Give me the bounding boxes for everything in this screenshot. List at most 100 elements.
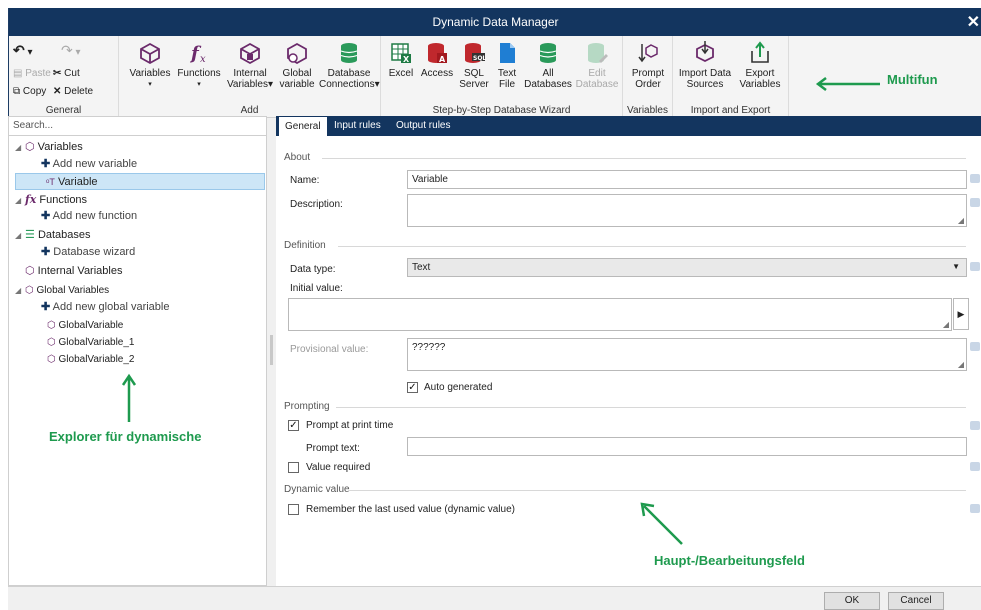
export-icon [751,41,769,63]
group-label-database-wizard: Step-by-Step Database Wizard [432,105,571,116]
cube-icon [140,42,160,65]
tab-output-rules[interactable]: Output rules [390,116,456,136]
tree-item-globalvariable[interactable]: ⬡ GlobalVariable [47,317,123,334]
database-wizard-item[interactable]: ✚ Database wizard [41,244,135,261]
callout-arrow-explorer [121,373,137,422]
tab-input-rules[interactable]: Input rules [328,116,387,136]
database-icon [340,43,358,63]
cut-button[interactable]: ✂ Cut [53,68,80,79]
callout-ribbon: Multifun [887,72,938,87]
cube-icon: ⬡ [25,141,35,153]
add-new-function-item[interactable]: ✚ Add new function [41,208,137,225]
name-field[interactable]: Variable [407,170,967,189]
edit-database-icon [588,43,608,63]
remember-last-value-checkbox[interactable] [288,504,299,515]
resize-grip-icon[interactable]: ◢ [958,360,964,369]
database-connections-button[interactable]: Database Connections▾ [319,40,380,90]
cancel-button[interactable]: Cancel [888,592,944,610]
remember-last-value-label: Remember the last used value (dynamic va… [306,504,515,515]
hint-icon [970,262,980,271]
excel-button[interactable]: X Excel [385,40,417,79]
initial-value-field[interactable]: ◢ [288,298,952,331]
ribbon-group-import-export: Import Data Sources Export Variables Impor… [673,36,789,118]
hint-icon [970,421,980,430]
section-definition: Definition [284,240,326,251]
plus-icon: ✚ [41,246,51,258]
value-required-checkbox[interactable] [288,462,299,473]
expand-icon[interactable]: ◢ [15,227,25,244]
paste-button[interactable]: ▤ Paste [13,68,51,79]
data-type-select[interactable]: Text ▼ [407,258,967,277]
hint-icon [970,174,980,183]
edit-database-button[interactable]: Edit Database [575,40,619,90]
export-variables-button[interactable]: Export Variables [735,40,785,90]
auto-generated-checkbox[interactable]: ✓ [407,382,418,393]
prompt-text-field[interactable] [407,437,967,456]
explorer-panel: Search... ◢ ⬡ Variables ✚ Add new variabl… [8,116,267,586]
tree-item-globalvariable-2[interactable]: ⬡ GlobalVariable_2 [47,351,135,368]
expand-icon[interactable]: ◢ [15,139,25,156]
tab-general[interactable]: General [278,116,328,136]
sql-server-button[interactable]: SQL SQL Server [457,40,491,90]
close-icon[interactable]: ✕ [967,12,980,32]
section-about: About [284,152,311,163]
undo-icon[interactable]: ↶ ▾ [13,42,33,59]
function-icon: fx [25,193,37,206]
delete-button[interactable]: ✕ Delete [53,86,93,97]
add-new-variable-item[interactable]: ✚ Add new variable [41,156,137,173]
hint-icon [970,462,980,471]
all-databases-icon [539,43,557,63]
group-label-import-export: Import and Export [690,105,771,116]
tree-item-globalvariable-1[interactable]: ⬡ GlobalVariable_1 [47,334,135,351]
callout-main: Haupt-/Bearbeitungsfeld [654,553,805,568]
tree-item-variable[interactable]: ᵒT Variable [15,173,265,190]
tree-node-databases[interactable]: ◢ ☰ Databases [15,227,91,244]
tree-node-functions[interactable]: ◢ fx Functions [15,191,87,208]
provisional-value-field[interactable]: ?????? ◢ [407,338,967,371]
description-field[interactable]: ◢ [407,194,967,227]
global-cube-icon [287,42,307,65]
window-title: Dynamic Data Manager [432,15,559,29]
tree-node-internal-variables[interactable]: ⬡ Internal Variables [25,263,122,280]
resize-grip-icon[interactable]: ◢ [943,320,949,329]
all-databases-button[interactable]: All Databases [523,40,573,90]
chevron-down-icon: ▼ [952,262,960,271]
tree-node-variables[interactable]: ◢ ⬡ Variables [15,139,83,156]
variable-icon: ᵒT [46,177,55,187]
group-label-add: Add [240,105,259,116]
group-label-variables: Variables [627,105,668,116]
import-data-sources-button[interactable]: Import Data Sources [677,40,733,90]
expand-icon[interactable]: ◢ [15,192,25,209]
text-file-icon [500,43,515,63]
copy-button[interactable]: ⧉ Copy [13,86,46,97]
ribbon-group-add: Variables ▾ fx Functions ▾ Internal Variabl… [119,36,381,118]
prompt-at-print-label: Prompt at print time [306,420,394,431]
ok-button[interactable]: OK [824,592,880,610]
text-file-button[interactable]: Text File [493,40,521,90]
search-input[interactable]: Search... [9,117,266,136]
panel-splitter[interactable] [270,335,273,365]
variables-button[interactable]: Variables ▾ [125,40,175,90]
tree-node-global-variables[interactable]: ◢ ⬡ Global Variables [15,282,109,299]
sql-server-icon: SQL [465,43,486,63]
global-variable-button[interactable]: Global variable [275,40,319,90]
insert-data-source-button[interactable]: ▶ [953,298,969,330]
excel-icon: X [391,43,411,64]
resize-grip-icon[interactable]: ◢ [958,216,964,225]
access-button[interactable]: A Access [419,40,455,79]
expand-icon[interactable]: ◢ [15,282,25,299]
import-icon [696,41,714,63]
prompt-order-button[interactable]: Prompt Order [627,40,669,90]
functions-button[interactable]: fx Functions ▾ [175,40,223,90]
internal-variables-button[interactable]: Internal Variables▾ [225,40,275,90]
value-required-label: Value required [306,462,371,473]
prompt-at-print-checkbox[interactable]: ✓ [288,420,299,431]
ribbon-group-database-wizard: X Excel A Access SQL SQL Server Text File … [381,36,623,118]
group-label-general: General [45,105,82,116]
section-divider [348,490,966,491]
callout-arrow-ribbon [815,77,880,91]
hint-icon [970,504,980,513]
description-label: Description: [290,199,343,210]
add-new-global-variable-item[interactable]: ✚ Add new global variable [41,299,169,316]
redo-icon[interactable]: ↷ ▾ [61,42,81,59]
